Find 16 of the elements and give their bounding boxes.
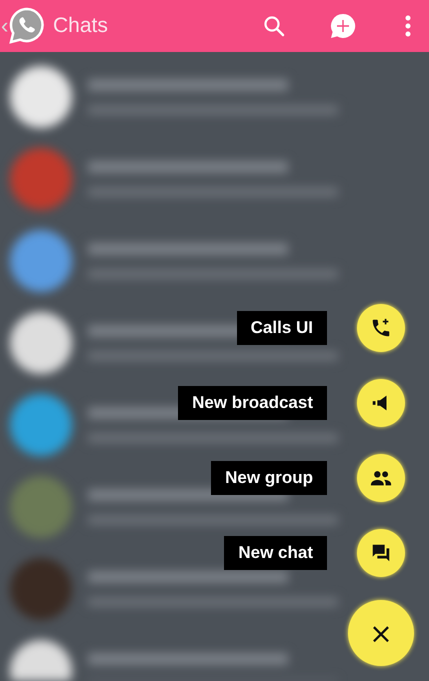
screen-title: Chats — [53, 14, 108, 38]
action-label[interactable]: New chat — [224, 536, 327, 570]
broadcast-action-button[interactable] — [357, 379, 405, 427]
phone-bubble-logo-icon — [7, 6, 47, 46]
chat-bubbles-icon — [370, 542, 392, 564]
phone-plus-icon — [370, 317, 392, 339]
call-action-button[interactable] — [357, 304, 405, 352]
more-options-icon[interactable] — [405, 15, 411, 37]
action-label[interactable]: New group — [211, 461, 327, 495]
close-button[interactable]: × — [348, 600, 414, 666]
plus-bubble-icon[interactable] — [329, 12, 357, 40]
action-label[interactable]: New broadcast — [178, 386, 327, 420]
group-action-button[interactable] — [357, 454, 405, 502]
chat-action-button[interactable] — [357, 529, 405, 577]
action-label[interactable]: Calls UI — [236, 311, 327, 345]
search-icon[interactable] — [262, 14, 286, 38]
